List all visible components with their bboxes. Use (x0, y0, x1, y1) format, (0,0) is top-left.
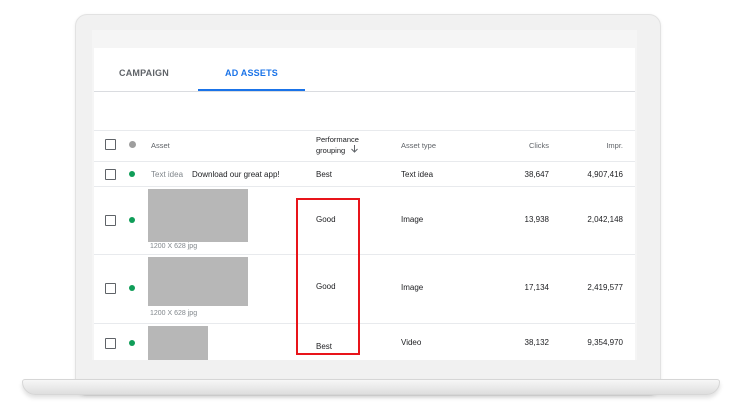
table-row: 1200 X 628 jpg Good Image 13,938 2,042,1… (94, 187, 635, 255)
asset-type: Text idea (401, 170, 434, 179)
table-row: Text idea Download our great app! Best T… (94, 162, 635, 187)
row-checkbox[interactable] (105, 338, 116, 349)
header-clicks[interactable]: Clicks (494, 141, 549, 150)
table-row: Best Video 38,132 9,354,970 (94, 324, 635, 360)
laptop-base (22, 379, 720, 395)
row-checkbox[interactable] (105, 215, 116, 226)
clicks-value: 38,647 (524, 170, 549, 179)
header-performance-line2: grouping (316, 146, 346, 155)
status-header-icon (129, 141, 136, 148)
status-enabled-icon (129, 340, 135, 346)
table-toolbar (94, 92, 635, 131)
impr-value: 4,907,416 (587, 170, 623, 179)
tab-ad-assets[interactable]: AD ASSETS (198, 48, 305, 91)
status-enabled-icon (129, 171, 135, 177)
image-caption: 1200 X 628 jpg (150, 243, 198, 250)
header-performance-grouping[interactable]: Performance grouping (316, 134, 359, 156)
impr-value: 2,042,148 (587, 215, 623, 224)
asset-type: Video (401, 338, 422, 347)
table-header-row: Asset Performance grouping Asset type Cl… (94, 130, 635, 162)
tab-bar: CAMPAIGN AD ASSETS (94, 48, 635, 92)
tab-campaign[interactable]: CAMPAIGN (94, 48, 194, 91)
clicks-value: 17,134 (524, 283, 549, 292)
asset-type-label: Text idea (151, 170, 184, 179)
header-performance-line1: Performance (316, 135, 359, 144)
clicks-value: 13,938 (524, 215, 549, 224)
image-caption: 1200 X 628 jpg (150, 310, 198, 317)
impr-value: 2,419,577 (587, 283, 623, 292)
select-all-checkbox[interactable] (105, 139, 116, 150)
asset-text[interactable]: Download our great app! (192, 170, 282, 179)
asset-type: Image (401, 215, 424, 224)
active-tab-indicator (198, 89, 305, 91)
assets-panel: CAMPAIGN AD ASSETS Asset Performance gro… (94, 48, 635, 360)
laptop-screen: CAMPAIGN AD ASSETS Asset Performance gro… (92, 30, 637, 360)
impr-value: 9,354,970 (587, 338, 623, 347)
asset-type: Image (401, 283, 424, 292)
header-asset[interactable]: Asset (151, 141, 170, 150)
clicks-value: 38,132 (524, 338, 549, 347)
status-enabled-icon (129, 217, 135, 223)
video-thumbnail[interactable] (148, 326, 208, 360)
status-enabled-icon (129, 285, 135, 291)
performance-grouping: Best (316, 170, 333, 179)
sort-arrow-down-icon[interactable] (351, 145, 359, 156)
row-checkbox[interactable] (105, 169, 116, 180)
image-thumbnail[interactable] (148, 189, 248, 242)
table-row: 1200 X 628 jpg Good Image 17,134 2,419,5… (94, 255, 635, 324)
performance-highlight-box (296, 198, 360, 355)
header-asset-type[interactable]: Asset type (401, 141, 436, 150)
header-impr[interactable]: Impr. (564, 141, 623, 150)
row-checkbox[interactable] (105, 283, 116, 294)
image-thumbnail[interactable] (148, 257, 248, 306)
